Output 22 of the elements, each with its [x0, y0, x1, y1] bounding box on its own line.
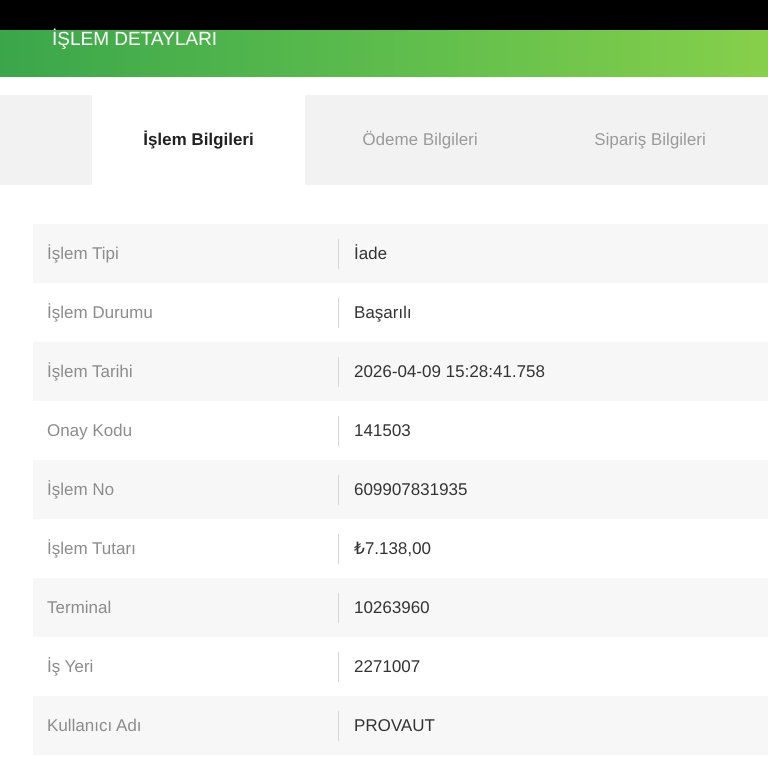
field-value: 609907831935: [338, 474, 468, 504]
field-label: İşlem Tipi: [46, 244, 120, 264]
field-label: Onay Kodu: [46, 420, 134, 440]
field-value: Başarılı: [338, 298, 412, 328]
field-value: 2026-04-09 15:28:41.758: [338, 356, 545, 386]
tab[interactable]: Ödeme Bilgileri: [305, 95, 535, 185]
field-label: İşlem Tutarı: [46, 538, 137, 558]
field-value: İade: [338, 238, 388, 268]
field-label: İşlem Durumu: [46, 302, 154, 322]
field-label: İş Yeri: [46, 656, 94, 676]
tab[interactable]: İşlem Bilgileri: [92, 95, 305, 185]
field-label: İşlem No: [46, 480, 116, 500]
field-value: ₺7.138,00: [338, 534, 431, 564]
field-label: İşlem Tarihi: [46, 362, 134, 382]
field-value: PROVAUT: [338, 710, 435, 740]
page-title: İŞLEM DETAYLARI: [52, 30, 218, 50]
field-label: Terminal: [46, 598, 112, 618]
field-value: 141503: [338, 416, 411, 446]
field-label: Kullanıcı Adı: [46, 716, 143, 736]
field-value: 10263960: [338, 592, 430, 622]
field-value: 2271007: [338, 652, 420, 682]
tab[interactable]: Sipariş Bilgileri: [535, 95, 765, 185]
